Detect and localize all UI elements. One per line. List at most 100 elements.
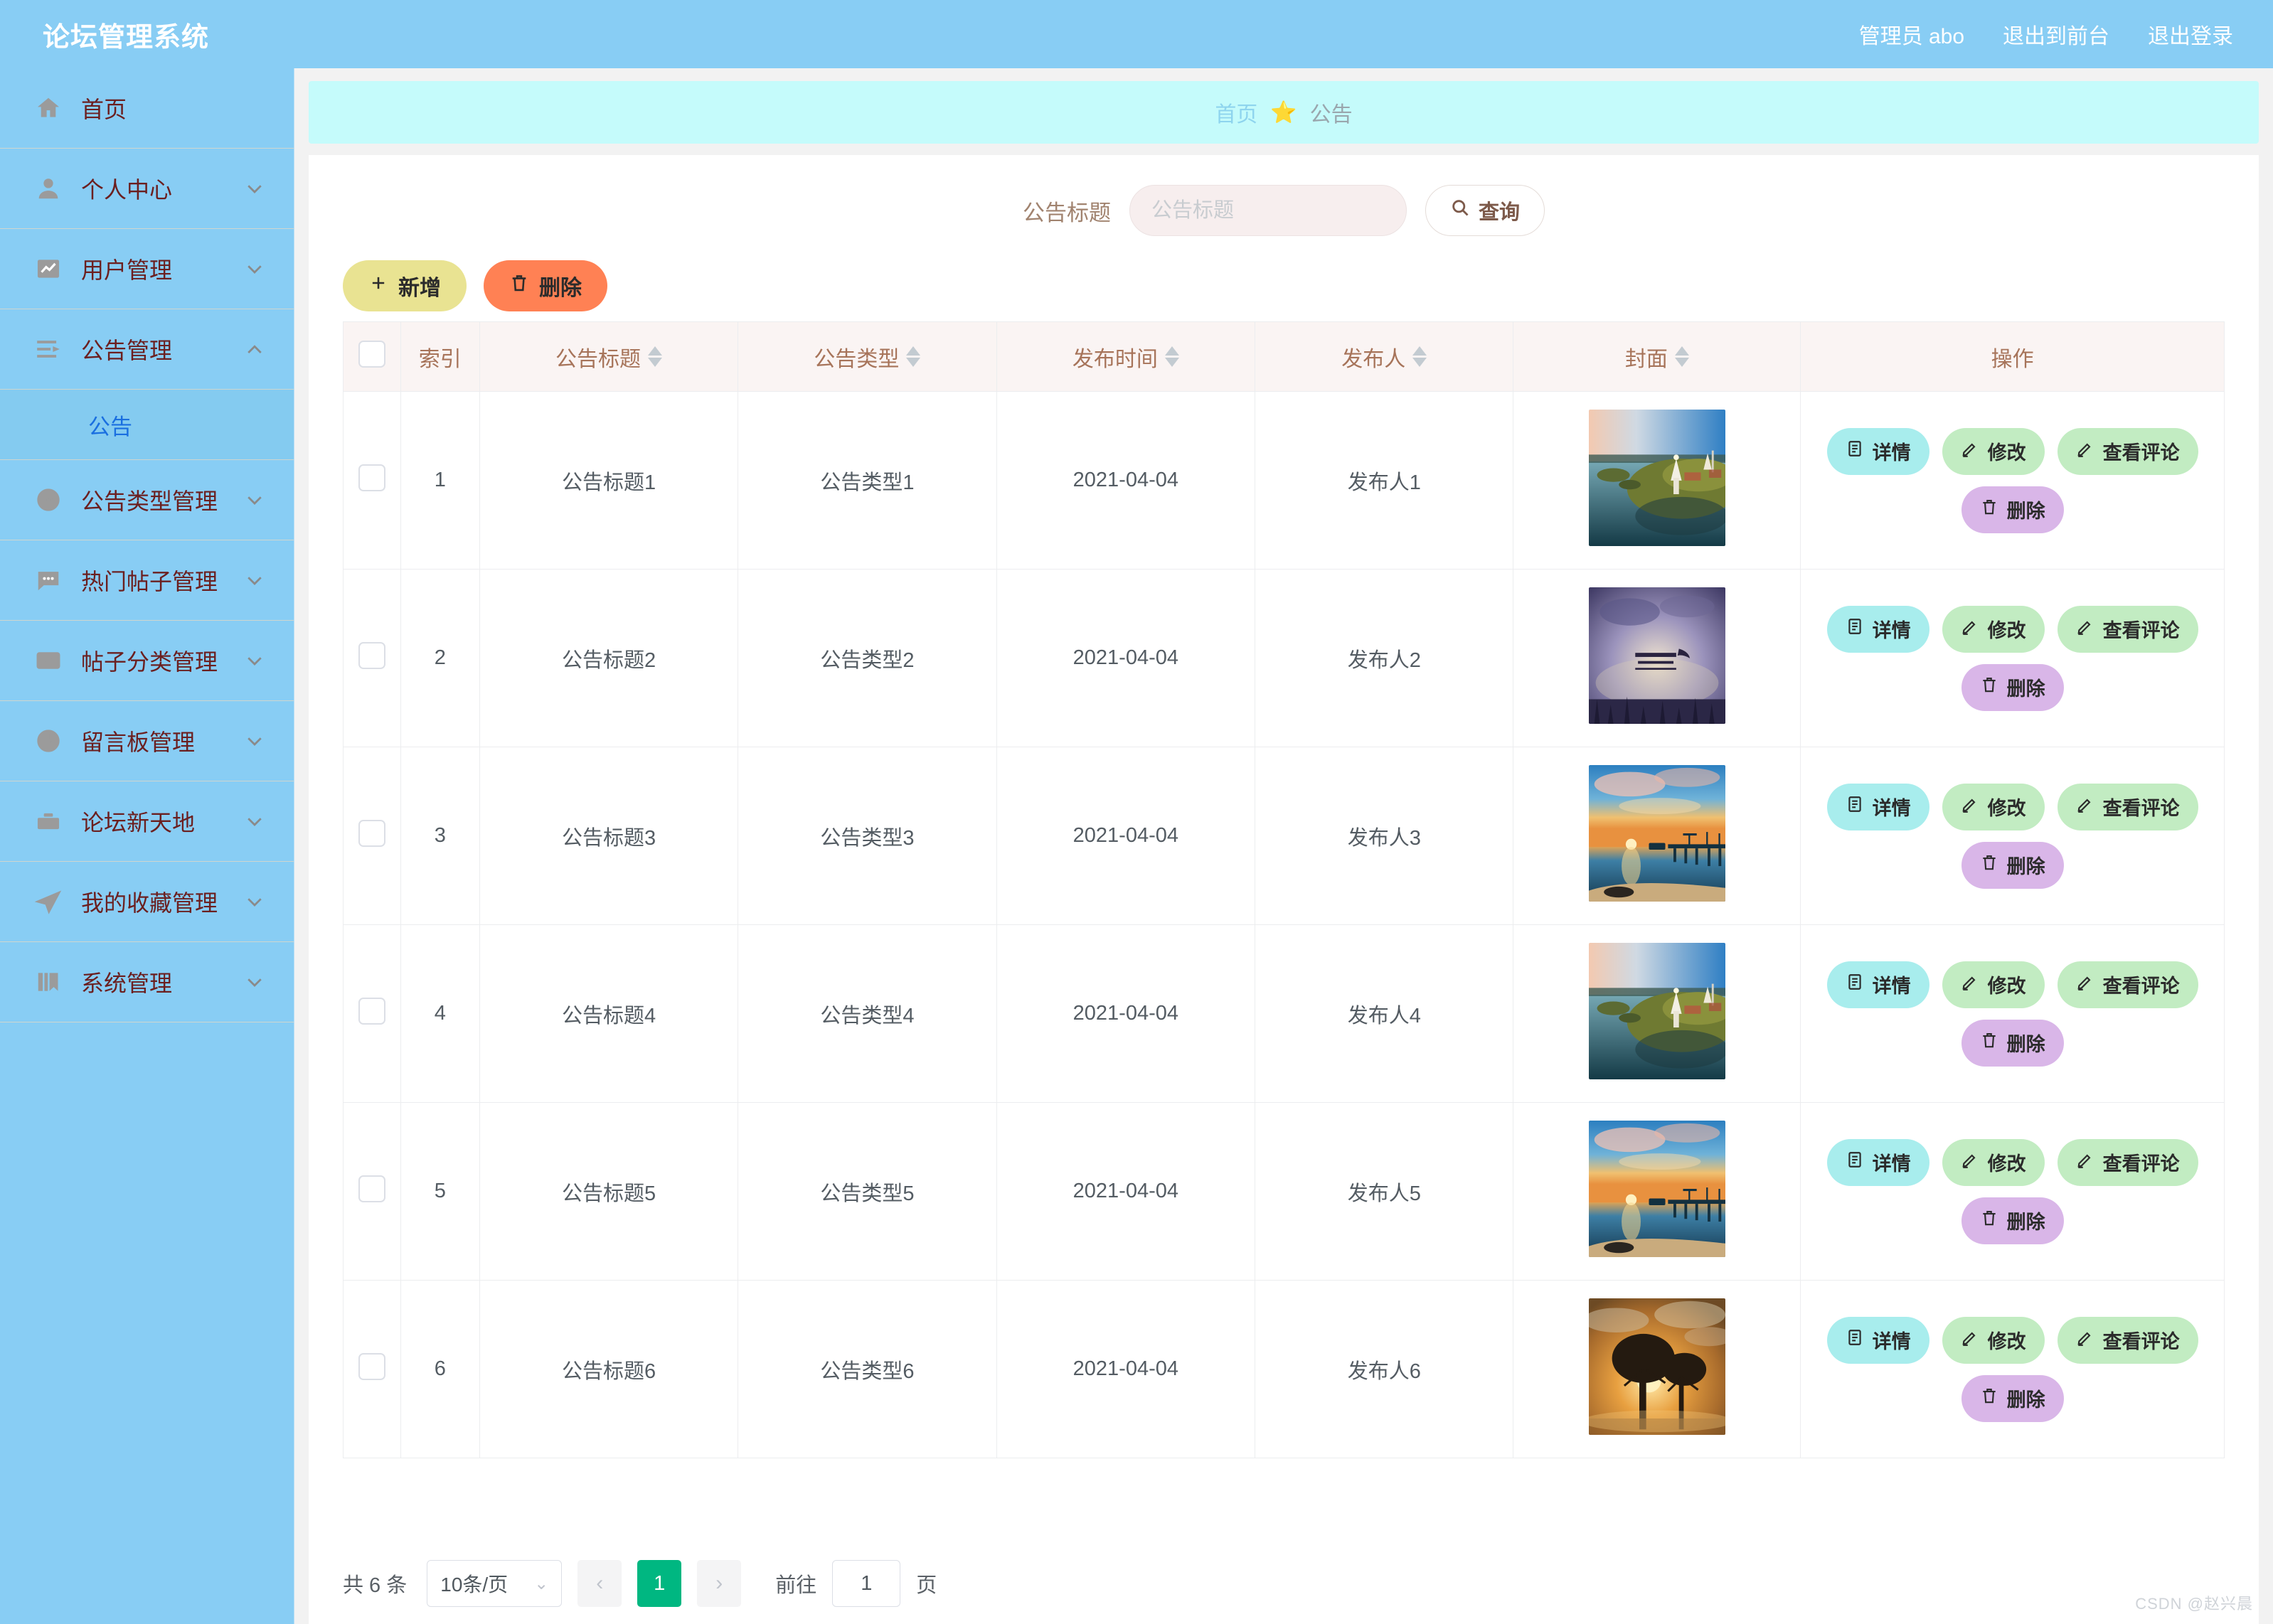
sort-icon[interactable] [1674, 346, 1689, 367]
view-comments-button[interactable]: 查看评论 [2057, 427, 2198, 475]
add-button[interactable]: 新增 [343, 260, 467, 311]
chevron-up-icon[interactable] [244, 338, 265, 360]
cover-thumbnail[interactable] [1588, 1298, 1725, 1435]
admin-user-label[interactable]: 管理员 abo [1859, 18, 1964, 50]
sidebar-item-home[interactable]: 首页 [0, 68, 294, 149]
sidebar-item-user-management[interactable]: 用户管理 [0, 229, 294, 309]
chevron-down-icon[interactable] [244, 730, 265, 752]
chevron-down-icon[interactable] [244, 570, 265, 591]
sidebar-item-hot-posts-management[interactable]: 热门帖子管理 [0, 540, 294, 621]
cover-thumbnail[interactable] [1588, 942, 1725, 1079]
goto-page-input[interactable] [832, 1560, 901, 1607]
exit-to-frontend-link[interactable]: 退出到前台 [2003, 18, 2109, 50]
page-number-1[interactable]: 1 [637, 1560, 682, 1607]
chevron-down-icon[interactable] [244, 650, 265, 671]
edit-button[interactable]: 修改 [1942, 783, 2045, 830]
sidebar-item-label: 帖子分类管理 [81, 649, 218, 675]
row-delete-button[interactable]: 删除 [1961, 1374, 2064, 1422]
sidebar-item-message-board-management[interactable]: 留言板管理 [0, 701, 294, 781]
search-input[interactable] [1129, 185, 1407, 236]
cover-thumbnail[interactable] [1588, 1120, 1725, 1257]
row-publish-time: 2021-04-04 [996, 1280, 1256, 1458]
detail-button[interactable]: 详情 [1826, 1138, 1929, 1186]
column-publisher[interactable]: 发布人 [1255, 321, 1514, 392]
cover-thumbnail[interactable] [1588, 587, 1725, 724]
sidebar-item-label: 论坛新天地 [81, 810, 196, 835]
chevron-down-icon[interactable] [244, 891, 265, 912]
row-checkbox[interactable] [358, 1175, 385, 1202]
row-checkbox[interactable] [358, 641, 385, 669]
chevron-down-icon[interactable] [244, 258, 265, 279]
row-delete-button[interactable]: 删除 [1961, 663, 2064, 711]
edit-button-label: 修改 [1987, 620, 2026, 641]
table-body: 1 公告标题1 公告类型1 2021-04-04 发布人1 详情 修改 查看评论 删除 2 公告标题… [343, 391, 2225, 1458]
sidebar-item-system-management[interactable]: 系统管理 [0, 942, 294, 1022]
sidebar-item-forum-new-world[interactable]: 论坛新天地 [0, 781, 294, 862]
chevron-down-icon[interactable] [244, 971, 265, 993]
column-cover-label: 封面 [1624, 347, 1668, 371]
select-all-header [343, 321, 401, 392]
view-comments-button[interactable]: 查看评论 [2057, 783, 2198, 830]
view-comments-button[interactable]: 查看评论 [2057, 605, 2198, 653]
row-delete-button[interactable]: 删除 [1961, 1197, 2064, 1244]
sidebar-item-my-favorites-management[interactable]: 我的收藏管理 [0, 862, 294, 942]
sidebar-item-personal-center[interactable]: 个人中心 [0, 149, 294, 229]
trash-icon [1980, 498, 1998, 521]
edit-button[interactable]: 修改 [1942, 427, 2045, 475]
next-page-button[interactable]: › [697, 1560, 742, 1607]
view-comments-button-label: 查看评论 [2102, 442, 2180, 464]
detail-button[interactable]: 详情 [1826, 783, 1929, 830]
sidebar-item-post-category-management[interactable]: 帖子分类管理 [0, 621, 294, 701]
sidebar-item-label: 用户管理 [81, 257, 173, 283]
cover-thumbnail[interactable] [1588, 764, 1725, 902]
sort-icon[interactable] [648, 346, 662, 367]
trash-icon [509, 273, 529, 299]
select-all-checkbox[interactable] [358, 340, 385, 368]
sort-icon[interactable] [1164, 346, 1179, 367]
page-size-select[interactable]: 10条/页 ⌄ [427, 1560, 563, 1607]
row-checkbox[interactable] [358, 997, 385, 1025]
row-publish-time: 2021-04-04 [996, 924, 1256, 1103]
sort-icon[interactable] [1412, 346, 1427, 367]
sidebar-item-announcement-type-management[interactable]: 公告类型管理 [0, 460, 294, 540]
row-checkbox[interactable] [358, 819, 385, 847]
detail-button-label: 详情 [1872, 1153, 1911, 1175]
query-button[interactable]: 查询 [1425, 185, 1545, 236]
detail-button[interactable]: 详情 [1826, 427, 1929, 475]
row-delete-button[interactable]: 删除 [1961, 486, 2064, 533]
chevron-down-icon[interactable] [244, 811, 265, 832]
detail-button[interactable]: 详情 [1826, 961, 1929, 1008]
row-operations-cell: 详情 修改 查看评论删除 [1800, 924, 2225, 1103]
edit-button[interactable]: 修改 [1942, 1316, 2045, 1364]
detail-button[interactable]: 详情 [1826, 605, 1929, 653]
sidebar-item-announcement-management[interactable]: 公告管理 [0, 309, 294, 390]
row-delete-button[interactable]: 删除 [1961, 1019, 2064, 1067]
goto-label: 前往 [775, 1574, 817, 1597]
chevron-down-icon[interactable] [244, 178, 265, 199]
edit-button[interactable]: 修改 [1942, 605, 2045, 653]
edit-button-label: 修改 [1987, 1153, 2026, 1175]
view-comments-button[interactable]: 查看评论 [2057, 1138, 2198, 1186]
column-type[interactable]: 公告类型 [738, 321, 997, 392]
breadcrumb-home-link[interactable]: 首页 [1215, 97, 1257, 128]
sidebar-subitem-announcement[interactable]: 公告 [0, 390, 294, 460]
detail-button[interactable]: 详情 [1826, 1316, 1929, 1364]
column-cover[interactable]: 封面 [1513, 321, 1801, 392]
edit-button[interactable]: 修改 [1942, 1138, 2045, 1186]
logout-link[interactable]: 退出登录 [2148, 18, 2233, 50]
column-title[interactable]: 公告标题 [479, 321, 739, 392]
edit-button[interactable]: 修改 [1942, 961, 2045, 1008]
add-button-label: 新增 [398, 277, 441, 300]
row-checkbox[interactable] [358, 464, 385, 491]
cover-thumbnail[interactable] [1588, 409, 1725, 546]
prev-page-button[interactable]: ‹ [577, 1560, 622, 1607]
view-comments-button[interactable]: 查看评论 [2057, 961, 2198, 1008]
batch-delete-button[interactable]: 删除 [484, 260, 607, 311]
row-checkbox[interactable] [358, 1352, 385, 1380]
chevron-down-icon[interactable] [244, 489, 265, 511]
row-delete-button[interactable]: 删除 [1961, 841, 2064, 889]
sort-icon[interactable] [906, 346, 921, 367]
view-comments-button[interactable]: 查看评论 [2057, 1316, 2198, 1364]
total-count-label: 共 6 条 [343, 1574, 408, 1597]
column-publish-time[interactable]: 发布时间 [996, 321, 1256, 392]
